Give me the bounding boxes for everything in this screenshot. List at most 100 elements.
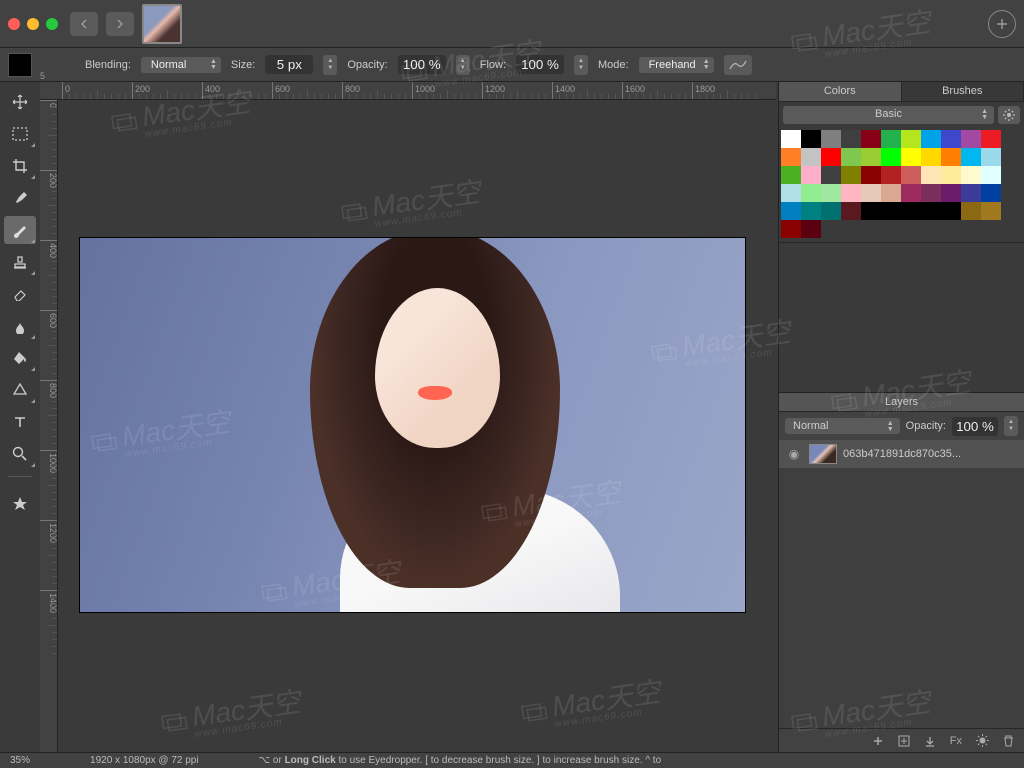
zoom-tool[interactable] [4,440,36,468]
color-swatch[interactable] [881,166,901,184]
color-swatch[interactable] [981,184,1001,202]
color-swatch[interactable] [981,166,1001,184]
color-swatch[interactable] [921,184,941,202]
color-swatch[interactable] [921,148,941,166]
layer-opacity-stepper[interactable]: ▲▼ [1004,416,1018,436]
size-input[interactable] [265,55,313,74]
layer-blend-select[interactable]: Normal▲▼ [785,418,900,434]
document-canvas[interactable] [80,238,745,612]
color-swatch[interactable] [821,184,841,202]
layer-thumbnail[interactable] [809,444,837,464]
color-swatch[interactable] [841,130,861,148]
delete-layer-icon[interactable] [1003,735,1014,747]
color-swatch[interactable] [881,130,901,148]
opacity-input[interactable] [398,55,446,74]
brush-tool[interactable] [4,216,36,244]
color-swatch[interactable] [901,202,921,220]
color-swatch[interactable] [781,130,801,148]
color-swatch[interactable] [921,166,941,184]
nav-forward-button[interactable] [106,12,134,36]
palette-preset-select[interactable]: Basic▲▼ [783,106,994,124]
move-tool[interactable] [4,88,36,116]
color-swatch[interactable] [841,202,861,220]
color-swatch[interactable] [981,130,1001,148]
color-swatch[interactable] [821,148,841,166]
color-swatch[interactable] [801,184,821,202]
color-swatch[interactable] [861,130,881,148]
layers-tab[interactable]: Layers [779,392,1024,412]
add-document-button[interactable] [988,10,1016,38]
merge-down-icon[interactable] [924,735,936,747]
color-swatch[interactable] [801,130,821,148]
color-swatch[interactable] [961,166,981,184]
color-swatch[interactable] [841,148,861,166]
zoom-window[interactable] [46,18,58,30]
color-swatch[interactable] [801,166,821,184]
color-swatch[interactable] [801,220,821,238]
canvas-area[interactable] [58,100,776,752]
color-swatch[interactable] [941,130,961,148]
document-thumbnail[interactable] [142,4,182,44]
color-swatch[interactable] [901,148,921,166]
color-swatch[interactable] [941,184,961,202]
blending-mode-select[interactable]: Normal▲▼ [141,57,221,73]
stroke-options-button[interactable] [724,55,752,75]
color-swatch[interactable] [821,130,841,148]
smudge-tool[interactable] [4,312,36,340]
color-swatch[interactable] [961,184,981,202]
color-swatch[interactable] [881,202,901,220]
size-stepper[interactable]: ▲▼ [323,55,337,75]
color-swatch[interactable] [961,148,981,166]
color-swatch[interactable] [941,202,961,220]
paint-bucket-tool[interactable] [4,344,36,372]
color-swatch[interactable] [881,184,901,202]
color-swatch[interactable] [901,184,921,202]
color-swatch[interactable] [981,148,1001,166]
color-swatch[interactable] [781,166,801,184]
opacity-stepper[interactable]: ▲▼ [456,55,470,75]
eyedropper-tool[interactable] [4,184,36,212]
color-swatch[interactable] [861,148,881,166]
color-swatch[interactable] [781,202,801,220]
color-swatch[interactable] [781,220,801,238]
colors-tab[interactable]: Colors [779,82,902,101]
layer-visibility-icon[interactable]: ◉ [785,447,803,461]
color-swatch[interactable] [901,130,921,148]
color-swatch[interactable] [821,166,841,184]
color-swatch[interactable] [901,166,921,184]
color-swatch[interactable] [961,202,981,220]
layer-row[interactable]: ◉ 063b471891dc870c35... [779,440,1024,468]
minimize-window[interactable] [27,18,39,30]
mode-select[interactable]: Freehand▲▼ [639,57,714,73]
color-swatch[interactable] [801,202,821,220]
color-swatch[interactable] [801,148,821,166]
stamp-tool[interactable] [4,248,36,276]
layer-fx-icon[interactable]: Fx [950,735,962,747]
color-swatch[interactable] [961,130,981,148]
color-swatch[interactable] [781,184,801,202]
favorites-tool[interactable] [4,490,36,518]
eraser-tool[interactable] [4,280,36,308]
color-swatch[interactable] [781,148,801,166]
color-swatch[interactable] [881,148,901,166]
text-tool[interactable] [4,408,36,436]
color-swatch[interactable] [941,148,961,166]
color-swatch[interactable] [861,202,881,220]
crop-tool[interactable] [4,152,36,180]
layer-opacity-input[interactable] [952,417,998,436]
flow-input[interactable] [516,55,564,74]
flow-stepper[interactable]: ▲▼ [574,55,588,75]
marquee-tool[interactable] [4,120,36,148]
shape-tool[interactable] [4,376,36,404]
color-swatch[interactable] [981,202,1001,220]
color-swatch[interactable] [921,202,941,220]
close-window[interactable] [8,18,20,30]
brushes-tab[interactable]: Brushes [902,82,1024,101]
add-mask-icon[interactable] [898,735,910,747]
color-swatch[interactable] [921,130,941,148]
color-swatch[interactable] [861,184,881,202]
add-layer-icon[interactable] [872,735,884,747]
foreground-color-swatch[interactable] [8,53,32,77]
palette-settings-button[interactable] [998,106,1020,124]
color-swatch[interactable] [841,184,861,202]
